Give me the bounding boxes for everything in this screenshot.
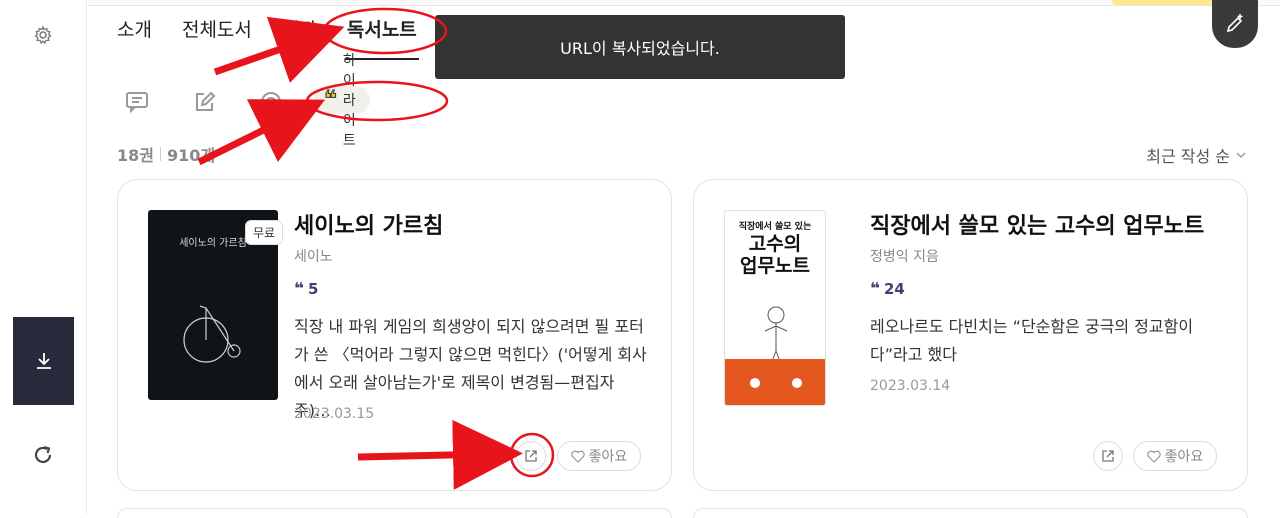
heart-icon (570, 450, 585, 463)
left-rail (0, 0, 87, 514)
yellow-banner-edge (1112, 0, 1222, 5)
highlight-count: ❝ 24 (870, 279, 905, 299)
like-button[interactable]: 좋아요 (557, 441, 641, 471)
like-button[interactable]: 좋아요 (1133, 441, 1217, 471)
highlight-filter-label: 하이라이트 (342, 53, 356, 149)
refresh-icon[interactable] (31, 443, 55, 467)
note-count: 910개 (167, 146, 216, 165)
audio-filter-icon[interactable] (258, 90, 284, 114)
share-icon (1102, 450, 1114, 462)
sort-label: 최근 작성 순 (1146, 147, 1230, 166)
tab-bookshelf[interactable]: 책장 (282, 16, 317, 62)
note-excerpt[interactable]: 레오나르도 다빈치는 “단순함은 궁극의 정교함이다”라고 했다 (870, 313, 1225, 369)
share-icon (525, 450, 537, 462)
sort-dropdown[interactable]: 최근 작성 순 (1146, 143, 1246, 167)
note-card[interactable]: 세이노의 가르침 무료 세이노의 가르침 세이노 ❝ 5 직장 내 파워 게임의… (117, 179, 672, 491)
chevron-down-icon (1236, 152, 1246, 158)
quote-icon: ❝ (324, 87, 338, 112)
book-author: 세이노 (294, 249, 333, 265)
comment-filter-icon[interactable] (124, 90, 150, 114)
tab-all-books[interactable]: 전체도서 (182, 16, 252, 62)
like-label: 좋아요 (1164, 449, 1204, 465)
highlight-count: ❝ 5 (294, 279, 318, 299)
download-icon (36, 353, 51, 369)
heart-icon (1146, 450, 1161, 463)
note-date: 2023.03.15 (294, 406, 375, 422)
tab-intro[interactable]: 소개 (117, 16, 152, 62)
tab-reading-notes[interactable]: 독서노트 (344, 16, 419, 62)
pencil-icon (1226, 14, 1243, 33)
book-title[interactable]: 세이노의 가르침 (294, 208, 443, 240)
note-card[interactable]: 직장에서 쓸모 있는 고수의 업무노트 직장에서 쓸모 있는 고수의 업무노트 … (693, 179, 1248, 491)
book-author: 정병익 지음 (870, 249, 939, 265)
highlight-filter-chip[interactable]: ❝ 하이라이트 (314, 53, 370, 149)
note-date: 2023.03.14 (870, 378, 951, 394)
highlight-count-value: 24 (883, 280, 905, 298)
next-card-edge (693, 508, 1248, 518)
edit-filter-icon[interactable] (192, 90, 218, 114)
note-counts: 18권 910개 (117, 142, 215, 166)
toast-message: URL이 복사되었습니다. (435, 15, 845, 79)
quote-icon: ❝ (870, 279, 880, 299)
share-button[interactable] (1093, 441, 1123, 471)
next-card-edge (117, 508, 672, 518)
quote-icon: ❝ (294, 279, 304, 299)
top-bar (88, 0, 1280, 6)
book-count: 18권 (117, 146, 154, 165)
write-note-button[interactable] (1212, 0, 1258, 48)
share-button[interactable] (516, 441, 546, 471)
book-title[interactable]: 직장에서 쓸모 있는 고수의 업무노트 (870, 208, 1204, 240)
like-label: 좋아요 (588, 449, 628, 465)
gear-icon[interactable] (33, 25, 53, 45)
highlight-count-value: 5 (307, 280, 319, 298)
free-badge: 무료 (245, 220, 284, 245)
trophy-illustration (725, 306, 825, 405)
download-thumbnail-button[interactable] (13, 317, 74, 405)
book-cover[interactable]: 직장에서 쓸모 있는 고수의 업무노트 (724, 210, 826, 406)
